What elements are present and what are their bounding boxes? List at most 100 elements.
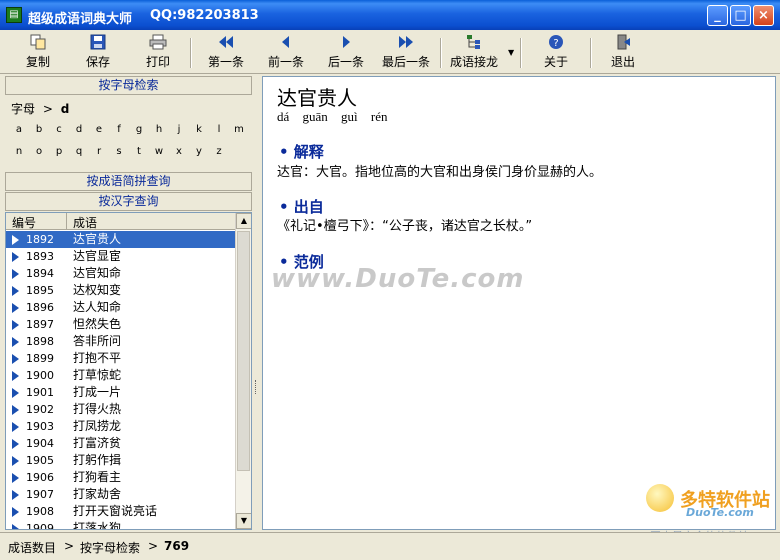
table-row[interactable]: 1905 打躬作揖 — [6, 452, 235, 469]
letter-y[interactable]: y — [190, 146, 208, 157]
tree-icon — [467, 35, 480, 49]
next-button[interactable]: 后一条 — [324, 34, 368, 70]
row-idiom: 打富济贫 — [73, 436, 122, 450]
left-panel: 按字母检索 字母 > d abcdefghjklm nopqrstwxyz 按成语… — [5, 76, 252, 530]
row-idiom: 打成一片 — [73, 385, 122, 399]
letter-j[interactable]: j — [170, 124, 188, 135]
chain-button[interactable]: 成语接龙 — [446, 34, 502, 70]
letter-b[interactable]: b — [30, 124, 48, 135]
row-arrow-icon — [12, 371, 19, 381]
row-idiom: 达权知变 — [73, 283, 122, 297]
row-number: 1902 — [26, 403, 54, 416]
row-number: 1897 — [26, 318, 54, 331]
letter-c[interactable]: c — [50, 124, 68, 135]
col-header-word[interactable]: 成语 — [73, 214, 97, 231]
letter-e[interactable]: e — [90, 124, 108, 135]
last-button[interactable]: 最后一条 — [378, 34, 434, 70]
table-row[interactable]: 1908 打开天窗说亮话 — [6, 503, 235, 520]
chain-dropdown-icon[interactable]: ▼ — [508, 48, 514, 57]
letter-q[interactable]: q — [70, 146, 88, 157]
row-idiom: 怛然失色 — [73, 317, 122, 331]
letter-g[interactable]: g — [130, 124, 148, 135]
window-qq: QQ:982203813 — [150, 8, 259, 23]
letter-x[interactable]: x — [170, 146, 188, 157]
maximize-button[interactable]: □ — [730, 5, 751, 26]
row-idiom: 答非所问 — [73, 334, 122, 348]
table-row[interactable]: 1893 达官显宦 — [6, 248, 235, 265]
letter-p[interactable]: p — [50, 146, 68, 157]
pinyin-search-header[interactable]: 按成语简拼查询 — [5, 172, 252, 191]
letter-s[interactable]: s — [110, 146, 128, 157]
table-row[interactable]: 1902 打得火热 — [6, 401, 235, 418]
close-button[interactable]: × — [753, 5, 774, 26]
table-row[interactable]: 1903 打凤捞龙 — [6, 418, 235, 435]
hanzi-search-header[interactable]: 按汉字查询 — [5, 192, 252, 211]
letter-n[interactable]: n — [10, 146, 28, 157]
letter-k[interactable]: k — [190, 124, 208, 135]
save-button[interactable]: 保存 — [82, 34, 114, 70]
row-idiom: 打躬作揖 — [73, 453, 122, 467]
letter-o[interactable]: o — [30, 146, 48, 157]
row-number: 1905 — [26, 454, 54, 467]
list-scrollbar[interactable]: ▲ ▼ — [235, 213, 251, 529]
table-row[interactable]: 1904 打富济贫 — [6, 435, 235, 452]
minimize-button[interactable]: _ — [707, 5, 728, 26]
row-idiom: 打凤捞龙 — [73, 419, 122, 433]
table-row[interactable]: 1906 打狗看主 — [6, 469, 235, 486]
toolbar: 复制 保存 打印 第一条 前一条 后一条 最后一条 成语接龙 ▼ ? 关于 退出 — [0, 30, 780, 74]
first-button[interactable]: 第一条 — [204, 34, 248, 70]
row-idiom: 达人知命 — [73, 300, 122, 314]
exit-button[interactable]: 退出 — [607, 34, 639, 70]
logo-ball-icon — [646, 484, 674, 512]
table-row[interactable]: 1894 达官知命 — [6, 265, 235, 282]
row-idiom: 打得火热 — [73, 402, 122, 416]
next-record-icon — [343, 36, 350, 48]
letter-w[interactable]: w — [150, 146, 168, 157]
table-row[interactable]: 1898 答非所问 — [6, 333, 235, 350]
scroll-thumb[interactable] — [237, 231, 250, 471]
table-row[interactable]: 1899 打抱不平 — [6, 350, 235, 367]
table-row[interactable]: 1897 怛然失色 — [6, 316, 235, 333]
status-count-label: 成语数目 — [8, 541, 57, 555]
scroll-down-icon[interactable]: ▼ — [236, 513, 251, 529]
letter-l[interactable]: l — [210, 124, 228, 135]
row-arrow-icon — [12, 354, 19, 364]
print-button[interactable]: 打印 — [142, 34, 174, 70]
exit-label: 退出 — [610, 55, 635, 69]
row-arrow-icon — [12, 524, 19, 529]
row-arrow-icon — [12, 320, 19, 330]
letter-z[interactable]: z — [210, 146, 228, 157]
splitter-grip-icon[interactable] — [255, 380, 259, 394]
table-row[interactable]: 1900 打草惊蛇 — [6, 367, 235, 384]
table-row[interactable]: 1909 打落水狗 — [6, 520, 235, 529]
letter-a[interactable]: a — [10, 124, 28, 135]
letter-m[interactable]: m — [230, 124, 248, 135]
letter-f[interactable]: f — [110, 124, 128, 135]
about-label: 关于 — [543, 55, 568, 69]
floppy-icon — [90, 34, 106, 50]
table-row[interactable]: 1907 打家劫舍 — [6, 486, 235, 503]
window-title: 超级成语词典大师 — [28, 12, 133, 27]
about-button[interactable]: ? 关于 — [540, 34, 572, 70]
scroll-up-icon[interactable]: ▲ — [236, 213, 251, 229]
letter-t[interactable]: t — [130, 146, 148, 157]
table-row[interactable]: 1895 达权知变 — [6, 282, 235, 299]
help-icon: ? — [549, 35, 563, 49]
row-number: 1908 — [26, 505, 54, 518]
list-header: 编号 成语 — [6, 213, 235, 230]
col-divider[interactable] — [66, 213, 67, 230]
row-arrow-icon — [12, 252, 19, 262]
letter-h[interactable]: h — [150, 124, 168, 135]
copy-button[interactable]: 复制 — [22, 34, 54, 70]
letter-d[interactable]: d — [70, 124, 88, 135]
table-row[interactable]: 1892 达官贵人 — [6, 231, 235, 248]
table-row[interactable]: 1901 打成一片 — [6, 384, 235, 401]
table-row[interactable]: 1896 达人知命 — [6, 299, 235, 316]
alpha-search-header[interactable]: 按字母检索 — [5, 76, 252, 95]
letter-r[interactable]: r — [90, 146, 108, 157]
panel-splitter[interactable] — [254, 76, 260, 530]
prev-button[interactable]: 前一条 — [264, 34, 308, 70]
letter-breadcrumb: 字母 > d — [11, 100, 69, 117]
col-header-number[interactable]: 编号 — [12, 214, 36, 231]
status-bar: 成语数目 > 按字母检索 > 769 — [0, 532, 780, 560]
